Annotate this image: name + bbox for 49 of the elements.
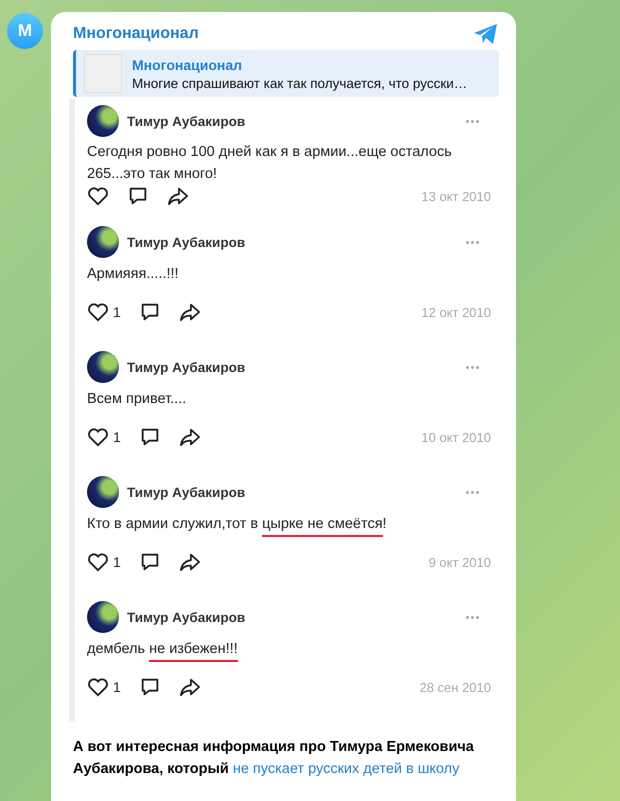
document-thumbnail <box>84 54 122 93</box>
post-text: Кто в армии служил,тот в цырке не смеётся! <box>87 513 491 535</box>
comment-icon[interactable] <box>127 185 149 207</box>
more-icon <box>466 240 479 244</box>
post-date: 13 окт 2010 <box>421 188 491 204</box>
post-date: 9 окт 2010 <box>428 554 491 570</box>
post-text: Сегодня ровно 100 дней как я в армии...еще осталось 265...это так много! <box>87 143 453 184</box>
user-avatar <box>87 351 119 383</box>
post-date: 12 окт 2010 <box>421 304 491 320</box>
reply-preview[interactable]: Многонационал Многие спрашивают как так получается, что русски… <box>73 50 499 97</box>
like-count: 1 <box>113 554 121 570</box>
heart-icon[interactable] <box>87 427 109 447</box>
channel-avatar[interactable]: M <box>7 13 43 49</box>
author-name: Тимур Аубакиров <box>127 234 246 250</box>
post-text: дембель не избежен!!! <box>87 638 491 660</box>
more-icon <box>466 120 479 122</box>
heart-icon[interactable] <box>87 677 109 697</box>
reply-text: Многие спрашивают как так получается, что русски… <box>132 76 468 90</box>
share-icon[interactable] <box>178 677 201 697</box>
message-text: А вот интересная информация про Тимура Ермековича Аубакирова, который не пускает русских детей в школу <box>73 738 475 779</box>
like-count: 1 <box>113 679 121 695</box>
user-avatar <box>87 476 119 508</box>
author-name: Тимур Аубакиров <box>127 114 246 128</box>
heart-icon[interactable] <box>87 552 109 572</box>
user-avatar <box>87 105 119 137</box>
more-icon <box>466 490 479 494</box>
heart-icon[interactable] <box>87 186 109 206</box>
user-avatar <box>87 601 119 633</box>
like-count: 1 <box>113 429 121 445</box>
share-icon[interactable] <box>178 302 201 322</box>
post-text: Армияяя.....!!! <box>87 265 180 284</box>
share-icon[interactable] <box>178 427 201 447</box>
more-icon <box>466 616 479 618</box>
text-link[interactable]: не пускает русских детей в школу <box>232 761 460 777</box>
post-text: Всем привет.... <box>87 390 188 409</box>
like-count: 1 <box>113 304 121 320</box>
user-avatar <box>87 226 119 258</box>
author-name: Тимур Аубакиров <box>127 610 246 624</box>
author-name: Тимур Аубакиров <box>127 360 246 374</box>
reply-title: Многонационал <box>132 56 244 72</box>
post-date: 28 сен 2010 <box>419 680 491 694</box>
channel-name[interactable]: Многонационал <box>73 25 199 43</box>
heart-icon[interactable] <box>87 302 109 322</box>
paper-plane-icon[interactable] <box>473 23 499 45</box>
share-icon[interactable] <box>178 552 201 572</box>
share-icon[interactable] <box>167 186 189 206</box>
more-icon <box>466 366 479 368</box>
author-name: Тимур Аубакиров <box>127 484 246 500</box>
post-date: 10 окт 2010 <box>421 430 491 444</box>
